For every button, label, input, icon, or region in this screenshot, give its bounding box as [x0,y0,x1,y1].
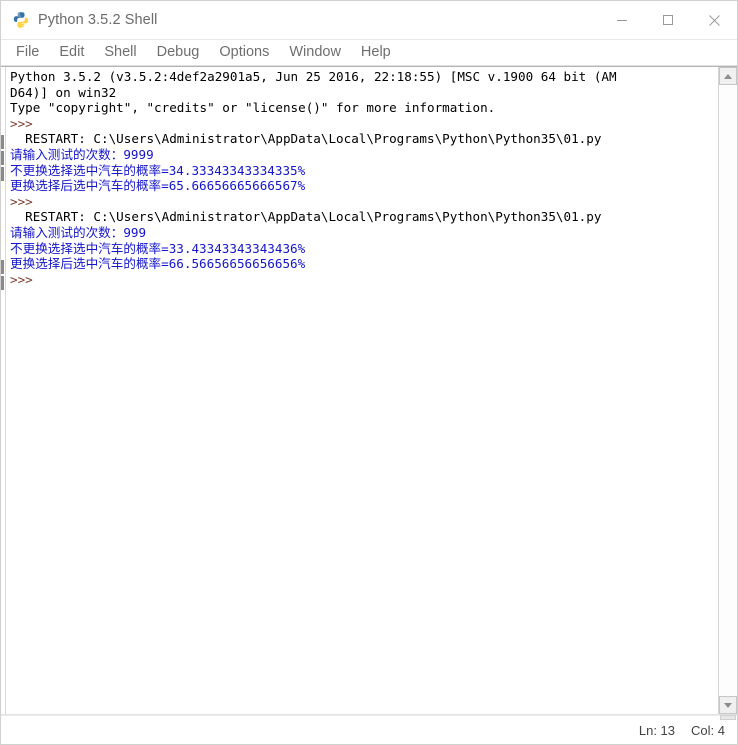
shell-output[interactable]: Python 3.5.2 (v3.5.2:4def2a2901a5, Jun 2… [6,67,718,714]
menu-item-shell[interactable]: Shell [94,42,146,63]
gutter-marker [1,260,4,274]
scrollbar-track[interactable] [719,85,737,696]
menu-item-file[interactable]: File [6,42,49,63]
scroll-down-arrow-icon[interactable] [719,696,737,714]
window-controls [599,1,737,39]
status-column-number: Col: 4 [691,722,725,738]
close-button[interactable] [691,1,737,39]
console-line: 更换选择后选中汽车的概率=66.56656656656656% [10,256,306,272]
console-line: 不更换选择选中汽车的概率=34.33343343334335% [10,162,306,178]
menu-item-debug[interactable]: Debug [147,42,210,63]
console-line: D64)] on win32 [10,84,117,100]
menu-item-options[interactable]: Options [209,42,279,63]
console-line: >>> [10,115,41,131]
console-line: 请输入测试的次数：999 [10,224,147,240]
status-bar: Ln: 13 Col: 4 [1,715,737,744]
menu-bar: File Edit Shell Debug Options Window Hel… [1,40,737,66]
gutter-marker [1,276,4,290]
console-line: RESTART: C:\Users\Administrator\AppData\… [10,131,602,147]
console-line: >>> [10,271,41,287]
python-shell-window: Python 3.5.2 Shell File Edit Shell Debug… [0,0,738,745]
scroll-up-arrow-icon[interactable] [719,67,737,85]
title-bar[interactable]: Python 3.5.2 Shell [1,1,737,40]
console-line: RESTART: C:\Users\Administrator\AppData\… [10,209,602,225]
menu-item-window[interactable]: Window [279,42,351,63]
menu-item-edit[interactable]: Edit [49,42,94,63]
shell-text-region: Python 3.5.2 (v3.5.2:4def2a2901a5, Jun 2… [1,66,737,715]
console-line: 不更换选择选中汽车的概率=33.43343343343436% [10,240,306,256]
resize-grip[interactable] [720,715,736,720]
status-line-number: Ln: 13 [638,722,676,738]
gutter-marker [1,167,4,181]
console-line: 请输入测试的次数：9999 [10,146,154,162]
console-line: 更换选择后选中汽车的概率=65.66656665666567% [10,178,306,194]
gutter-marker [1,135,4,149]
window-title: Python 3.5.2 Shell [38,12,158,28]
maximize-button[interactable] [645,1,691,39]
line-gutter [1,67,6,714]
console-line: >>> [10,193,41,209]
gutter-marker [1,151,4,165]
python-logo-icon [12,11,30,29]
console-line: Type "copyright", "credits" or "license(… [10,100,496,116]
vertical-scrollbar[interactable] [718,67,737,714]
menu-item-help[interactable]: Help [351,42,401,63]
console-line: Python 3.5.2 (v3.5.2:4def2a2901a5, Jun 2… [10,69,617,84]
minimize-button[interactable] [599,1,645,39]
